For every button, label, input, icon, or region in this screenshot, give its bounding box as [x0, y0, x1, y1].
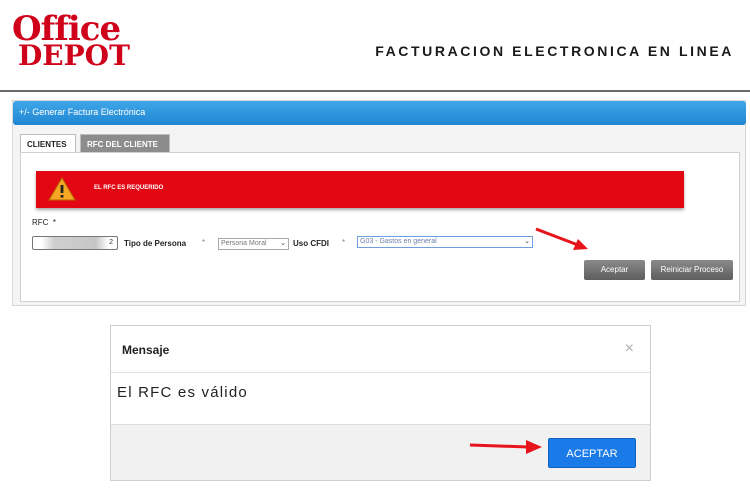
uso-cfdi-required: * [342, 238, 346, 247]
aceptar-button[interactable]: Aceptar [584, 260, 645, 280]
uso-cfdi-label: Uso CFDI [293, 239, 329, 248]
error-alert: EL RFC ES REQUERIDO [36, 171, 684, 208]
tab-content: EL RFC ES REQUERIDO RFC * 2 Tipo de Pers… [20, 152, 740, 302]
dialog-aceptar-button[interactable]: ACEPTAR [548, 438, 636, 468]
page-header: Office DEPOT FACTURACION ELECTRONICA EN … [0, 0, 750, 92]
message-dialog: Mensaje × El RFC es válido ACEPTAR [110, 325, 651, 481]
tipo-persona-label: Tipo de Persona [124, 239, 187, 248]
tab-clientes[interactable]: CLIENTES [20, 134, 76, 153]
tab-rfc-del-cliente[interactable]: RFC DEL CLIENTE [80, 134, 170, 153]
warning-icon [48, 177, 76, 201]
panel-header-toggle[interactable]: +/- Generar Factura Electrónica [13, 101, 746, 125]
dialog-title: Mensaje [122, 343, 170, 357]
rfc-label: RFC * [32, 218, 57, 227]
logo-text-depot: DEPOT [18, 39, 130, 72]
page-title: FACTURACION ELECTRONICA EN LINEA [375, 43, 734, 59]
reiniciar-proceso-button[interactable]: Reiniciar Proceso [651, 260, 733, 280]
red-arrow-icon [535, 227, 588, 250]
close-icon[interactable]: × [625, 340, 634, 358]
office-depot-logo: Office DEPOT [12, 12, 130, 70]
dialog-footer: ACEPTAR [111, 424, 650, 480]
invoice-panel: +/- Generar Factura Electrónica CLIENTES… [12, 100, 746, 306]
alert-message: EL RFC ES REQUERIDO [94, 185, 164, 191]
dialog-message: El RFC es válido [117, 384, 248, 401]
uso-cfdi-select[interactable]: G03 - Gastos en general ⌄ [357, 236, 533, 248]
tipo-persona-select[interactable]: Persona Moral ⌄ [218, 238, 289, 250]
tipo-persona-required: * [202, 238, 206, 247]
rfc-input[interactable]: 2 [32, 236, 118, 250]
chevron-down-icon: ⌄ [524, 238, 530, 245]
dialog-header: Mensaje × [111, 326, 650, 373]
red-arrow-icon [469, 440, 542, 454]
chevron-down-icon: ⌄ [280, 240, 286, 247]
